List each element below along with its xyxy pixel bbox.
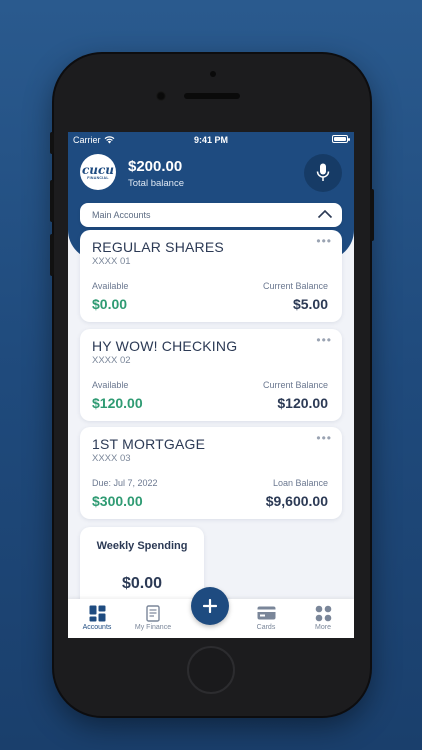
payment-due-value: $300.00 xyxy=(92,493,143,509)
earpiece-speaker xyxy=(184,93,240,99)
app-screen: Carrier 9:41 PM cucu FINANCIAL $200.00 T… xyxy=(68,132,354,638)
more-options-icon[interactable]: ••• xyxy=(316,234,332,248)
current-balance-value: $120.00 xyxy=(277,395,328,411)
mute-switch xyxy=(50,132,54,154)
account-name: 1ST MORTGAGE xyxy=(92,436,206,452)
total-balance-label: Total balance xyxy=(128,178,184,189)
volume-down-button xyxy=(50,234,54,276)
tab-label: My Finance xyxy=(134,624,172,631)
tab-accounts[interactable]: Accounts xyxy=(68,599,126,638)
account-card-mortgage[interactable]: 1ST MORTGAGE XXXX 03 ••• Due: Jul 7, 202… xyxy=(80,427,342,519)
account-number: XXXX 02 xyxy=(92,355,131,366)
tab-label: Accounts xyxy=(82,624,112,631)
current-balance-label: Current Balance xyxy=(262,281,328,291)
proximity-sensor xyxy=(210,71,216,77)
voice-assistant-button[interactable] xyxy=(304,154,342,192)
loan-balance-label: Loan Balance xyxy=(272,478,328,488)
logo-subtext: FINANCIAL xyxy=(87,176,109,180)
document-icon xyxy=(146,604,160,622)
status-time: 9:41 PM xyxy=(193,135,228,145)
add-button[interactable] xyxy=(191,587,229,625)
tab-label: More xyxy=(315,624,331,631)
account-name: HY WOW! CHECKING xyxy=(92,338,238,354)
account-number: XXXX 01 xyxy=(92,256,131,267)
weekly-spending-title: Weekly Spending xyxy=(96,540,188,552)
due-date-label: Due: Jul 7, 2022 xyxy=(92,478,158,488)
account-card-regular-shares[interactable]: REGULAR SHARES XXXX 01 ••• Available Cur… xyxy=(80,230,342,322)
tab-cards[interactable]: Cards xyxy=(237,599,295,638)
main-accounts-label: Main Accounts xyxy=(92,210,151,220)
current-balance-label: Current Balance xyxy=(262,380,328,390)
dots-grid-icon xyxy=(315,605,331,621)
account-card-checking[interactable]: HY WOW! CHECKING XXXX 02 ••• Available C… xyxy=(80,329,342,421)
battery-icon xyxy=(332,135,350,143)
account-number: XXXX 03 xyxy=(92,453,131,464)
available-label: Available xyxy=(92,281,129,291)
main-accounts-toggle[interactable]: Main Accounts xyxy=(80,203,342,227)
loan-balance-value: $9,600.00 xyxy=(265,493,328,509)
available-label: Available xyxy=(92,380,129,390)
tab-more[interactable]: More xyxy=(294,599,352,638)
plus-icon xyxy=(203,599,217,613)
card-icon xyxy=(257,606,275,620)
chevron-up-icon xyxy=(317,209,333,219)
grid-icon xyxy=(89,605,105,621)
volume-up-button xyxy=(50,180,54,222)
available-value: $120.00 xyxy=(92,395,143,411)
microphone-icon xyxy=(316,163,330,181)
tab-my-finance[interactable]: My Finance xyxy=(124,599,182,638)
logo-text: cucu xyxy=(81,163,115,177)
home-button[interactable] xyxy=(187,646,235,694)
more-options-icon[interactable]: ••• xyxy=(316,333,332,347)
available-value: $0.00 xyxy=(92,296,128,312)
status-bar: Carrier 9:41 PM xyxy=(68,132,354,148)
tab-label: Cards xyxy=(256,624,276,631)
current-balance-value: $5.00 xyxy=(292,296,328,312)
more-options-icon[interactable]: ••• xyxy=(316,431,332,445)
weekly-spending-value: $0.00 xyxy=(121,575,163,592)
power-button xyxy=(370,189,374,241)
account-name: REGULAR SHARES xyxy=(92,239,224,255)
credit-union-logo: cucu FINANCIAL xyxy=(80,154,116,190)
front-camera xyxy=(156,91,166,101)
total-balance-amount: $200.00 xyxy=(128,158,183,175)
